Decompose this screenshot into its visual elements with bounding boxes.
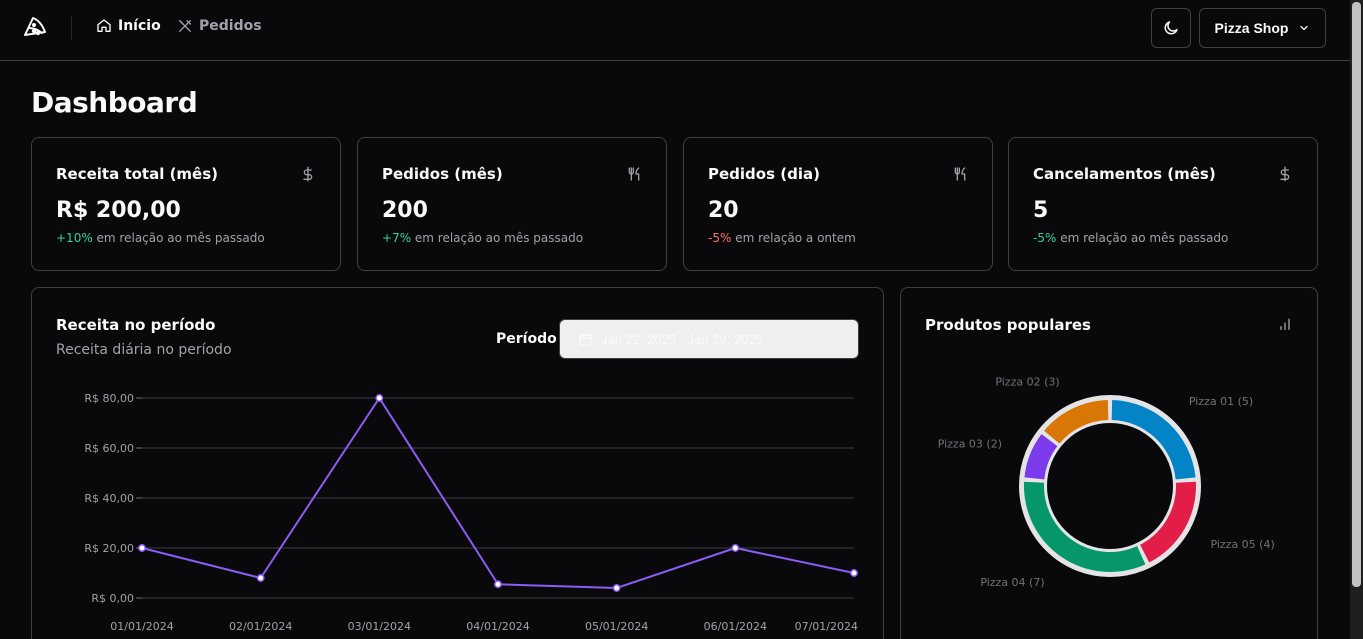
data-point xyxy=(138,544,146,552)
slice-label: Pizza 02 (3) xyxy=(995,375,1059,388)
popular-products-donut-chart: Pizza 01 (5) Pizza 05 (4) Pizza 04 (7) Pizz… xyxy=(938,375,1275,589)
popular-products-card: Produtos populares Pizza 01 (5) Pizza 05 … xyxy=(900,287,1318,639)
card-subtitle: Receita diária no período xyxy=(56,342,232,358)
metric-title: Pedidos (dia) xyxy=(708,165,820,183)
metric-change: -5% xyxy=(1033,231,1057,245)
nav-label: Pedidos xyxy=(199,18,262,34)
metric-card-orders-day: Pedidos (dia) 20 -5% em relação a ontem xyxy=(683,137,993,271)
series-line xyxy=(141,397,855,589)
metric-title: Pedidos (mês) xyxy=(382,165,503,183)
data-point xyxy=(612,584,621,592)
metric-value: 200 xyxy=(382,198,428,223)
utensils-crossed-icon xyxy=(179,20,191,32)
slice-label: Pizza 05 (4) xyxy=(1210,538,1274,551)
date-range-picker[interactable]: Jan 22, 2025 - Jan 29, 2025 xyxy=(559,319,859,359)
data-point xyxy=(375,394,384,402)
metric-value: R$ 200,00 xyxy=(56,198,181,223)
theme-toggle-button[interactable] xyxy=(1151,8,1191,48)
metric-title: Cancelamentos (mês) xyxy=(1033,165,1216,183)
y-tick-label: R$ 40,00 xyxy=(84,492,134,505)
revenue-line-chart: R$ 0,00 R$ 20,00 R$ 40,00 R$ 60,00 R$ 80,00 0… xyxy=(84,392,858,633)
data-point xyxy=(494,580,502,589)
dollar-icon xyxy=(303,166,313,182)
period-label: Período xyxy=(496,331,557,347)
nav-label: Início xyxy=(118,18,161,34)
page-scrollbar[interactable] xyxy=(1350,0,1363,639)
metric-value: 5 xyxy=(1033,198,1049,223)
data-point xyxy=(256,574,265,582)
metric-change: -5% xyxy=(708,231,732,245)
x-tick-label: 02/01/2024 xyxy=(229,620,292,633)
metric-suffix: em relação ao mês passado xyxy=(1056,231,1229,245)
metric-title: Receita total (mês) xyxy=(56,165,219,183)
calendar-icon xyxy=(579,332,592,346)
metric-card-revenue: Receita total (mês) R$ 200,00 +10% em re… xyxy=(31,137,341,271)
slice-label: Pizza 03 (2) xyxy=(938,438,1002,451)
metric-change: +7% xyxy=(382,231,412,245)
metric-card-orders-month: Pedidos (mês) 200 +7% em relação ao mês … xyxy=(357,137,667,271)
data-point xyxy=(850,569,858,577)
metric-suffix: em relação ao mês passado xyxy=(92,231,265,245)
x-tick-label: 01/01/2024 xyxy=(110,620,173,633)
x-tick-label: 03/01/2024 xyxy=(348,620,411,633)
date-range-text: Jan 22, 2025 - Jan 29, 2025 xyxy=(601,331,763,347)
dollar-icon xyxy=(1280,166,1290,182)
x-tick-label: 07/01/2024 xyxy=(795,620,858,633)
card-title: Receita no período xyxy=(56,316,216,334)
home-icon xyxy=(97,19,111,32)
pizza-logo-icon[interactable] xyxy=(22,15,48,41)
shop-name: Pizza Shop xyxy=(1214,20,1289,36)
donut-slice xyxy=(1024,481,1146,572)
chevron-down-icon xyxy=(1300,25,1309,31)
x-tick-label: 05/01/2024 xyxy=(585,620,648,633)
metric-value: 20 xyxy=(708,198,739,223)
data-point xyxy=(731,544,740,552)
utensils-icon xyxy=(954,167,966,181)
nav-link-inicio[interactable]: Início xyxy=(96,18,161,34)
metric-footnote: +10% em relação ao mês passado xyxy=(56,231,265,245)
metric-footnote: -5% em relação ao mês passado xyxy=(1033,231,1228,245)
y-tick-label: R$ 80,00 xyxy=(84,392,134,405)
y-tick-label: R$ 60,00 xyxy=(84,442,134,455)
utensils-icon xyxy=(628,167,640,181)
x-tick-label: 04/01/2024 xyxy=(466,620,529,633)
metric-footnote: +7% em relação ao mês passado xyxy=(382,231,583,245)
moon-icon xyxy=(1164,21,1178,35)
slice-label: Pizza 01 (5) xyxy=(1189,395,1253,408)
nav-link-pedidos[interactable]: Pedidos xyxy=(177,18,262,34)
x-tick-label: 06/01/2024 xyxy=(704,620,767,633)
metric-change: +10% xyxy=(56,231,93,245)
slice-label: Pizza 04 (7) xyxy=(980,576,1044,589)
y-tick-label: R$ 20,00 xyxy=(84,542,134,555)
header-divider xyxy=(71,16,72,40)
metric-suffix: em relação a ontem xyxy=(731,231,856,245)
shop-menu-button[interactable]: Pizza Shop xyxy=(1199,8,1326,48)
scrollbar-thumb[interactable] xyxy=(1352,2,1361,587)
metric-card-cancellations: Cancelamentos (mês) 5 -5% em relação ao … xyxy=(1008,137,1318,271)
page: Início Pedidos Pizza Shop Dashboard Rece… xyxy=(0,0,1350,639)
page-title: Dashboard xyxy=(31,86,198,119)
top-navbar: Início Pedidos Pizza Shop xyxy=(0,0,1350,61)
metric-suffix: em relação ao mês passado xyxy=(411,231,584,245)
revenue-chart-card: Receita no período Receita diária no per… xyxy=(31,287,884,639)
metric-footnote: -5% em relação a ontem xyxy=(708,231,856,245)
y-tick-label: R$ 0,00 xyxy=(91,592,134,605)
